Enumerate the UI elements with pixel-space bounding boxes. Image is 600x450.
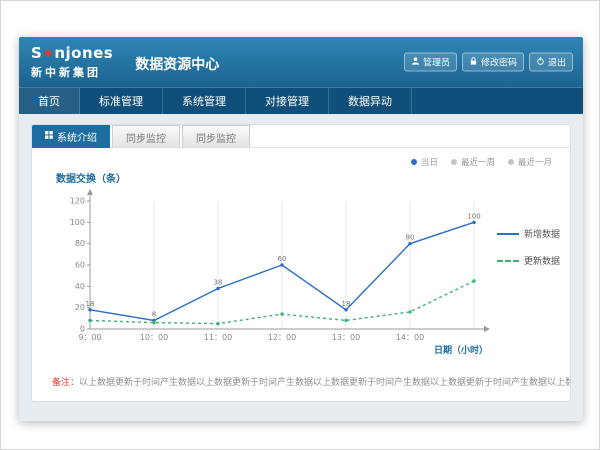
logo-suffix: njones: [54, 44, 113, 62]
svg-text:9：00: 9：00: [78, 333, 101, 342]
svg-text:11：00: 11：00: [204, 333, 232, 342]
svg-text:14：00: 14：00: [396, 333, 424, 342]
company-name: 新中新集团: [31, 64, 113, 80]
svg-text:80: 80: [406, 234, 415, 242]
svg-text:0: 0: [80, 325, 85, 334]
period-legend-item-today[interactable]: 当日: [411, 156, 438, 168]
period-week-label: 最近一周: [461, 156, 495, 168]
svg-text:12：00: 12：00: [268, 333, 296, 342]
svg-text:100: 100: [467, 212, 480, 220]
series-legend-item-new[interactable]: 新增数据: [497, 227, 560, 240]
power-icon: [536, 56, 545, 68]
logo-star-icon: [43, 48, 53, 58]
admin-user-button[interactable]: 管理员: [404, 53, 457, 72]
series-update-label: 更新数据: [524, 254, 560, 267]
period-legend: 当日 最近一周 最近一月: [411, 156, 552, 168]
tab-sync-monitor-2[interactable]: 同步监控: [182, 125, 250, 148]
series-line-sample-new: [497, 233, 519, 235]
svg-text:18: 18: [86, 300, 95, 308]
user-icon: [411, 56, 420, 68]
svg-text:60: 60: [75, 261, 85, 270]
svg-text:8: 8: [152, 310, 156, 318]
brand-logo: S njones 新中新集团: [19, 44, 127, 80]
svg-text:60: 60: [278, 255, 287, 263]
line-chart: 9：00 10：00 11：00 12：00 13：00 14：00 0 20 40 60 80 10…: [60, 187, 490, 355]
svg-text:日期（小时）: 日期（小时）: [434, 344, 488, 355]
svg-text:120: 120: [70, 197, 85, 206]
change-password-label: 修改密码: [481, 56, 517, 69]
series-line-sample-update: [497, 260, 519, 262]
logout-label: 退出: [548, 56, 566, 69]
header-actions: 管理员 修改密码 退出: [404, 53, 573, 72]
svg-text:20: 20: [75, 303, 85, 312]
series-legend-item-update[interactable]: 更新数据: [497, 254, 560, 267]
svg-text:40: 40: [75, 282, 85, 291]
y-axis-label: 数据交换（条）: [56, 170, 126, 185]
svg-text:38: 38: [214, 278, 223, 286]
footnote-label: 备注：: [52, 378, 79, 388]
nav-item-data-change[interactable]: 数据异动: [329, 88, 412, 114]
period-today-label: 当日: [421, 156, 438, 168]
svg-text:100: 100: [70, 218, 85, 227]
svg-text:10：00: 10：00: [140, 333, 168, 342]
change-password-button[interactable]: 修改密码: [462, 53, 524, 72]
period-month-label: 最近一月: [518, 156, 552, 168]
tab-system-intro[interactable]: 系统介绍: [32, 125, 110, 148]
tab-sync-monitor-1[interactable]: 同步监控: [112, 125, 180, 148]
footnote: 备注：以上数据更新于时间产生数据以上数据更新于时间产生数据以上数据更新于时间产生…: [32, 375, 570, 388]
grid-icon: [45, 131, 53, 142]
lock-icon: [469, 56, 478, 68]
app-header: S njones 新中新集团 数据资源中心: [19, 37, 583, 87]
nav-item-standard-mgmt[interactable]: 标准管理: [80, 88, 163, 114]
tab-sync-monitor-1-label: 同步监控: [126, 130, 166, 145]
series-legend: 新增数据 更新数据: [497, 227, 560, 267]
svg-text:13：00: 13：00: [332, 333, 360, 342]
app-window: S njones 新中新集团 数据资源中心: [19, 37, 583, 421]
footnote-text: 以上数据更新于时间产生数据以上数据更新于时间产生数据以上数据更新于时间产生数据以…: [79, 378, 570, 388]
browser-viewport: S njones 新中新集团 数据资源中心: [0, 0, 600, 450]
period-legend-item-week[interactable]: 最近一周: [451, 156, 495, 168]
logout-button[interactable]: 退出: [529, 53, 573, 72]
content-area: 系统介绍 同步监控 同步监控 当日 最: [19, 114, 583, 421]
period-legend-item-month[interactable]: 最近一月: [508, 156, 552, 168]
tab-bar: 系统介绍 同步监控 同步监控: [32, 125, 570, 148]
svg-text:80: 80: [75, 239, 85, 248]
legend-dot-month: [508, 159, 514, 165]
panel-card: 系统介绍 同步监控 同步监控 当日 最: [31, 124, 571, 402]
admin-user-label: 管理员: [423, 56, 450, 69]
chart-area: 9：00 10：00 11：00 12：00 13：00 14：00 0 20 40 60 80 10…: [60, 187, 490, 359]
logo-prefix: S: [31, 44, 42, 62]
tab-system-intro-label: 系统介绍: [57, 129, 97, 144]
tab-sync-monitor-2-label: 同步监控: [196, 130, 236, 145]
logo-text: S njones: [31, 44, 113, 62]
nav-item-system-mgmt[interactable]: 系统管理: [163, 88, 246, 114]
nav-item-integration-mgmt[interactable]: 对接管理: [246, 88, 329, 114]
legend-dot-week: [451, 159, 457, 165]
svg-text:18: 18: [342, 300, 351, 308]
page-title: 数据资源中心: [135, 54, 219, 74]
nav-item-home[interactable]: 首页: [19, 88, 80, 114]
series-new-label: 新增数据: [524, 227, 560, 240]
legend-dot-today: [411, 159, 417, 165]
main-nav: 首页 标准管理 系统管理 对接管理 数据异动: [19, 87, 583, 114]
